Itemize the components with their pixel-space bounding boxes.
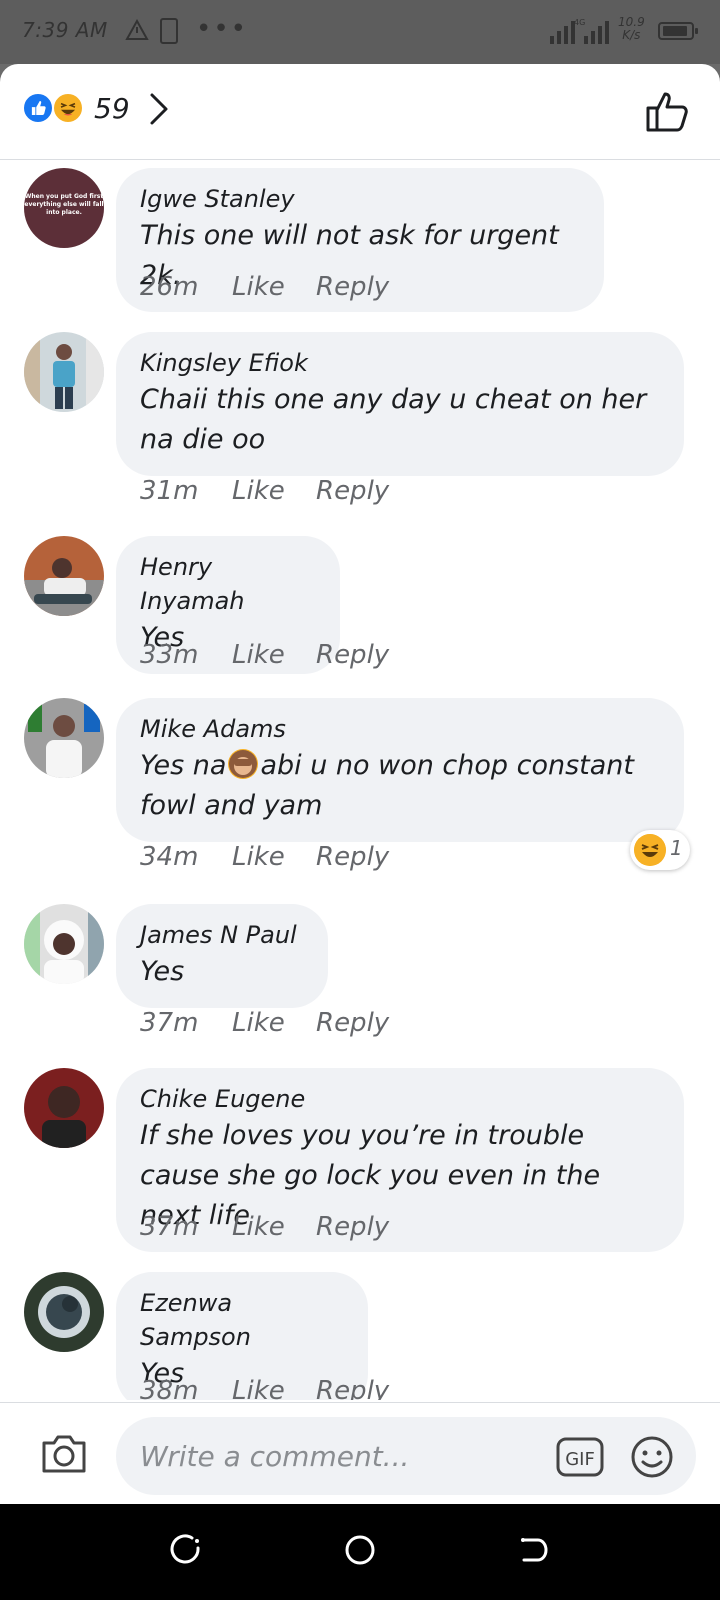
- comment-actions: 37m Like Reply: [140, 1212, 389, 1242]
- more-notifications-icon: •••: [196, 14, 249, 44]
- like-button[interactable]: Like: [232, 1376, 316, 1400]
- comment-time[interactable]: 37m: [140, 1008, 232, 1038]
- comment-time[interactable]: 26m: [140, 272, 232, 302]
- like-button[interactable]: Like: [232, 476, 316, 506]
- gif-label: GIF: [565, 1449, 595, 1470]
- signal-icon: 4G: [550, 18, 609, 44]
- comment-time[interactable]: 34m: [140, 842, 232, 872]
- comments-sheet: 59 When you put God first everything els…: [0, 64, 720, 1504]
- comment-bubble[interactable]: Mike Adams Yes na abi u no won chop const…: [116, 698, 684, 842]
- status-time: 7:39 AM: [22, 18, 108, 42]
- comment-text: Yes: [140, 956, 185, 987]
- see-no-evil-monkey-icon: [228, 749, 259, 779]
- comments-list: When you put God first everything else w…: [0, 160, 720, 1400]
- comment-actions: 31m Like Reply: [140, 476, 389, 506]
- system-nav-bar: [0, 1504, 720, 1600]
- avatar[interactable]: [24, 332, 104, 412]
- avatar[interactable]: [24, 904, 104, 984]
- comment-author[interactable]: Ezenwa Sampson: [140, 1286, 344, 1354]
- comment-actions: 37m Like Reply: [140, 1008, 389, 1038]
- home-icon[interactable]: [344, 1534, 376, 1566]
- comment-author[interactable]: James N Paul: [140, 918, 304, 952]
- svg-text:into place.: into place.: [46, 209, 82, 216]
- comment-text: Yes na abi u no won chop constant fowl an…: [140, 746, 660, 826]
- status-bar: 7:39 AM ••• 4G 10.9 K/s: [0, 0, 720, 64]
- like-reaction-icon[interactable]: [22, 92, 54, 124]
- comment-composer: GIF: [0, 1402, 720, 1504]
- gif-icon[interactable]: GIF: [556, 1437, 604, 1477]
- avatar[interactable]: [24, 1272, 104, 1352]
- reply-button[interactable]: Reply: [316, 272, 389, 302]
- like-button[interactable]: Like: [232, 842, 316, 872]
- comment-reaction-count: 1: [670, 836, 683, 860]
- network-type-label: 4G: [574, 18, 585, 27]
- haha-reaction-icon: [634, 834, 666, 866]
- comment-actions: 38m Like Reply: [140, 1376, 389, 1400]
- comment-author[interactable]: Kingsley Efiok: [140, 346, 660, 380]
- like-button[interactable]: Like: [232, 1212, 316, 1242]
- thumbs-up-icon[interactable]: [646, 90, 690, 132]
- reply-button[interactable]: Reply: [316, 1008, 389, 1038]
- recent-apps-icon[interactable]: [170, 1534, 202, 1566]
- network-speed: 10.9 K/s: [618, 16, 645, 42]
- network-speed-value: 10.9: [618, 15, 645, 29]
- comment-time[interactable]: 38m: [140, 1376, 232, 1400]
- back-icon[interactable]: [518, 1534, 550, 1566]
- reply-button[interactable]: Reply: [316, 640, 389, 670]
- battery-saver-icon: [160, 18, 178, 44]
- comment-actions: 26m Like Reply: [140, 272, 389, 302]
- comment-author[interactable]: Henry Inyamah: [140, 550, 316, 618]
- comment-time[interactable]: 33m: [140, 640, 232, 670]
- reaction-count[interactable]: 59: [94, 92, 130, 125]
- comment-author[interactable]: Mike Adams: [140, 712, 660, 746]
- network-speed-unit: K/s: [622, 28, 641, 42]
- camera-icon[interactable]: [40, 1433, 88, 1475]
- comment-text-before: Yes na: [140, 750, 227, 781]
- comment-bubble[interactable]: Kingsley Efiok Chaii this one any day u …: [116, 332, 684, 476]
- reactions-header: 59: [0, 64, 720, 160]
- avatar[interactable]: [24, 698, 104, 778]
- svg-text:When you put God first: When you put God first: [25, 193, 104, 200]
- comment-input[interactable]: [116, 1417, 696, 1495]
- emoji-icon[interactable]: [630, 1435, 674, 1479]
- haha-reaction-icon[interactable]: [52, 92, 84, 124]
- svg-text:everything else will fall: everything else will fall: [24, 201, 103, 208]
- reply-button[interactable]: Reply: [316, 1376, 389, 1400]
- chevron-right-icon[interactable]: [148, 92, 170, 126]
- comment-author[interactable]: Igwe Stanley: [140, 182, 580, 216]
- warning-icon: [125, 19, 149, 40]
- comment-actions: 33m Like Reply: [140, 640, 389, 670]
- avatar[interactable]: [24, 1068, 104, 1148]
- reply-button[interactable]: Reply: [316, 1212, 389, 1242]
- comment-author[interactable]: Chike Eugene: [140, 1082, 660, 1116]
- comment-time[interactable]: 37m: [140, 1212, 232, 1242]
- comment-actions: 34m Like Reply: [140, 842, 389, 872]
- comment-reaction-pill[interactable]: 1: [630, 830, 690, 870]
- like-button[interactable]: Like: [232, 640, 316, 670]
- comment-bubble[interactable]: James N Paul Yes: [116, 904, 328, 1008]
- avatar[interactable]: When you put God first everything else w…: [24, 168, 104, 248]
- comment-time[interactable]: 31m: [140, 476, 232, 506]
- like-button[interactable]: Like: [232, 272, 316, 302]
- like-button[interactable]: Like: [232, 1008, 316, 1038]
- battery-icon: [658, 22, 698, 40]
- reply-button[interactable]: Reply: [316, 842, 389, 872]
- comment-text: Chaii this one any day u cheat on her na…: [140, 384, 647, 455]
- avatar[interactable]: [24, 536, 104, 616]
- reply-button[interactable]: Reply: [316, 476, 389, 506]
